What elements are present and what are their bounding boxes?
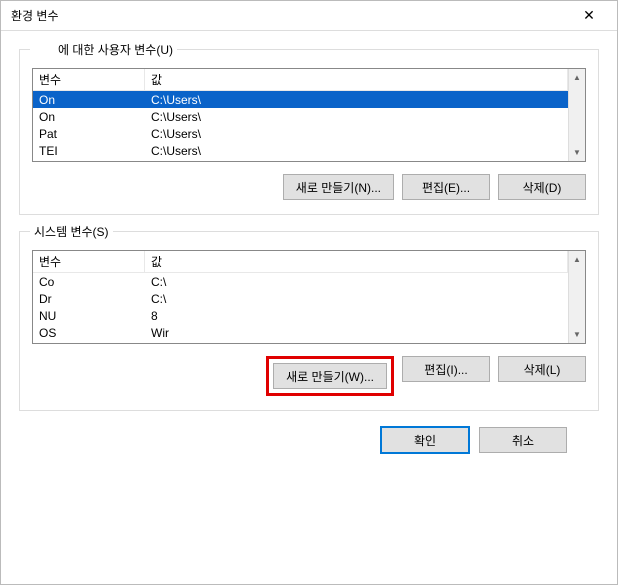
table-row[interactable]: On C:\Users\ [33, 108, 568, 125]
scroll-up-icon[interactable]: ▲ [569, 251, 586, 268]
user-rows: On C:\Users\ On C:\Users\ Pat C:\Users\ [33, 91, 568, 159]
scrollbar[interactable]: ▲ ▼ [568, 251, 585, 343]
system-delete-button[interactable]: 삭제(L) [498, 356, 586, 382]
user-buttons: 새로 만들기(N)... 편집(E)... 삭제(D) [32, 174, 586, 200]
close-icon: ✕ [583, 7, 595, 24]
user-vars-group: r 에 대한 사용자 변수(U) 변수 값 On C:\Users\ [19, 49, 599, 215]
user-new-button[interactable]: 새로 만들기(N)... [283, 174, 394, 200]
header-variable[interactable]: 변수 [33, 251, 145, 272]
env-vars-dialog: 환경 변수 ✕ r 에 대한 사용자 변수(U) 변수 값 On [0, 0, 618, 585]
system-buttons: 새로 만들기(W)... 편집(I)... 삭제(L) [32, 356, 586, 396]
system-new-button[interactable]: 새로 만들기(W)... [273, 363, 387, 389]
cancel-button[interactable]: 취소 [479, 427, 567, 453]
scroll-down-icon[interactable]: ▼ [569, 144, 586, 161]
dialog-buttons: 확인 취소 [19, 427, 599, 453]
table-row[interactable]: Pat C:\Users\ [33, 125, 568, 142]
header-value[interactable]: 값 [145, 69, 568, 90]
header-variable[interactable]: 변수 [33, 69, 145, 90]
scroll-down-icon[interactable]: ▼ [569, 326, 586, 343]
close-button[interactable]: ✕ [569, 2, 609, 30]
header-value[interactable]: 값 [145, 251, 568, 272]
table-row[interactable]: Co C:\ [33, 273, 568, 290]
system-rows: Co C:\ Dr C:\ NU 8 OS Wi [33, 273, 568, 341]
user-vars-table[interactable]: 변수 값 On C:\Users\ On C:\Users\ [32, 68, 586, 162]
table-headers: 변수 값 [33, 251, 568, 273]
table-row[interactable]: NU 8 [33, 307, 568, 324]
user-vars-label: r 에 대한 사용자 변수(U) [30, 41, 177, 58]
titlebar: 환경 변수 ✕ [1, 1, 617, 31]
window-title: 환경 변수 [11, 7, 59, 24]
dialog-content: r 에 대한 사용자 변수(U) 변수 값 On C:\Users\ [1, 31, 617, 584]
system-edit-button[interactable]: 편집(I)... [402, 356, 490, 382]
system-vars-group: 시스템 변수(S) 변수 값 Co C:\ Dr C:\ [19, 231, 599, 411]
system-vars-table[interactable]: 변수 값 Co C:\ Dr C:\ NU [32, 250, 586, 344]
user-edit-button[interactable]: 편집(E)... [402, 174, 490, 200]
table-row[interactable]: OS Wir [33, 324, 568, 341]
user-delete-button[interactable]: 삭제(D) [498, 174, 586, 200]
table-headers: 변수 값 [33, 69, 568, 91]
ok-button[interactable]: 확인 [381, 427, 469, 453]
scroll-up-icon[interactable]: ▲ [569, 69, 586, 86]
scrollbar[interactable]: ▲ ▼ [568, 69, 585, 161]
table-row[interactable]: TEI C:\Users\ [33, 142, 568, 159]
highlight-box: 새로 만들기(W)... [266, 356, 394, 396]
table-row[interactable]: Dr C:\ [33, 290, 568, 307]
table-row[interactable]: On C:\Users\ [33, 91, 568, 108]
system-vars-label: 시스템 변수(S) [30, 223, 113, 240]
